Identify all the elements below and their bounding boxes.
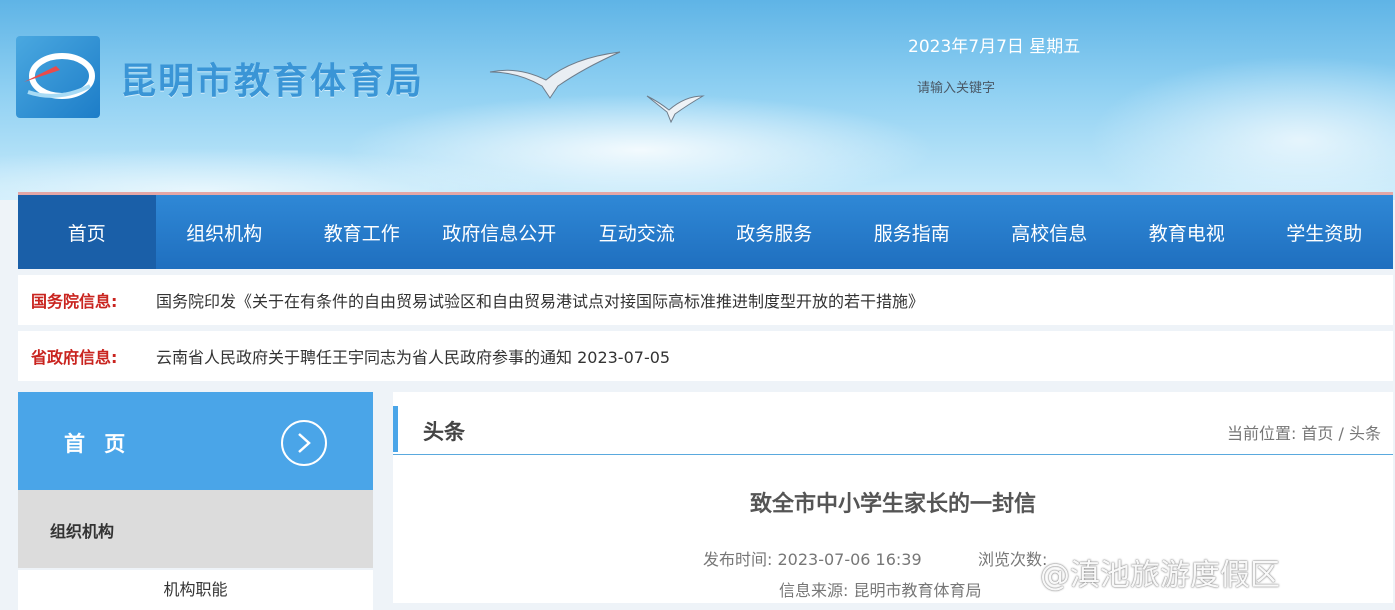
nav-item-interaction[interactable]: 互动交流 <box>568 195 706 269</box>
header-accent-bar <box>393 406 398 452</box>
sidebar-item-organization[interactable]: 组织机构 <box>18 490 373 568</box>
breadcrumb[interactable]: 当前位置: 首页 / 头条 <box>1227 420 1381 444</box>
chevron-right-icon[interactable] <box>281 420 327 466</box>
sidebar-home-label: 首 页 <box>64 432 132 456</box>
seagull-icon <box>489 51 621 99</box>
watermark: @滇池旅游度假区 <box>1040 558 1280 593</box>
nav-item-student-aid[interactable]: 学生资助 <box>1256 195 1394 269</box>
content-heading: 头条 <box>423 420 465 444</box>
state-council-link[interactable]: 国务院印发《关于在有条件的自由贸易试验区和自由贸易港试点对接国际高标准推进制度型… <box>156 288 924 312</box>
search-input[interactable] <box>915 80 1099 97</box>
nav-item-home[interactable]: 首页 <box>18 195 156 269</box>
seagull-icon <box>646 95 705 124</box>
nav-item-organization[interactable]: 组织机构 <box>156 195 294 269</box>
sidebar-section-label: 组织机构 <box>50 522 115 541</box>
article-source: 信息来源: 昆明市教育体育局 <box>779 581 982 600</box>
logo-icon <box>16 36 100 118</box>
publish-time: 发布时间: 2023-07-06 16:39 <box>703 550 922 569</box>
view-count: 浏览次数: <box>978 550 1048 569</box>
sidebar-item-functions[interactable]: 机构职能 <box>18 570 373 610</box>
nav-item-gov-services[interactable]: 政务服务 <box>706 195 844 269</box>
sidebar-home[interactable]: 首 页 <box>18 392 373 490</box>
content-header: 头条 当前位置: 首页 / 头条 <box>393 406 1393 455</box>
nav-item-service-guide[interactable]: 服务指南 <box>843 195 981 269</box>
nav-item-gov-info[interactable]: 政府信息公开 <box>431 195 569 269</box>
header-banner: 昆明市教育体育局 2023年7月7日 星期五 <box>0 0 1395 200</box>
article-title: 致全市中小学生家长的一封信 <box>749 492 1036 517</box>
site-name: 昆明市教育体育局 <box>120 61 425 102</box>
nav-item-education-tv[interactable]: 教育电视 <box>1118 195 1256 269</box>
province-info-row: 省政府信息: 云南省人民政府关于聘任王宇同志为省人民政府参事的通知 2023-0… <box>18 331 1393 381</box>
state-council-label: 国务院信息: <box>31 292 118 311</box>
nav-item-college-info[interactable]: 高校信息 <box>981 195 1119 269</box>
main-nav: 首页 组织机构 教育工作 政府信息公开 互动交流 政务服务 服务指南 高校信息 … <box>18 192 1393 269</box>
state-council-info-row: 国务院信息: 国务院印发《关于在有条件的自由贸易试验区和自由贸易港试点对接国际高… <box>18 275 1393 325</box>
province-label: 省政府信息: <box>31 348 118 367</box>
nav-item-education-work[interactable]: 教育工作 <box>293 195 431 269</box>
province-link[interactable]: 云南省人民政府关于聘任王宇同志为省人民政府参事的通知 2023-07-05 <box>156 344 670 368</box>
current-date: 2023年7月7日 星期五 <box>908 37 1081 57</box>
